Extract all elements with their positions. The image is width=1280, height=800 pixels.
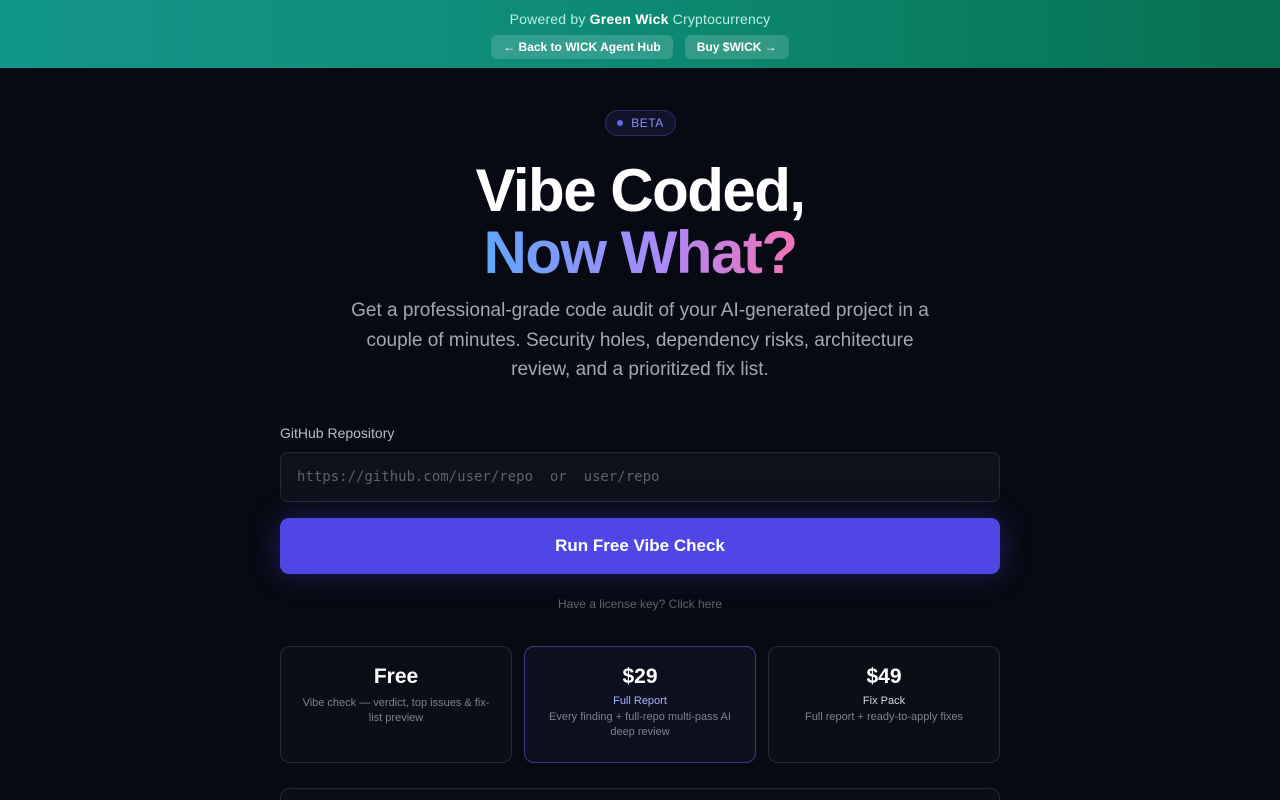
main-content: BETA Vibe Coded, Now What? Get a profess… [0,68,1280,800]
plan-card-free[interactable]: Free Vibe check — verdict, top issues & … [280,646,512,763]
repo-url-input[interactable] [280,452,1000,502]
buy-wick-link[interactable]: Buy $WICK → [684,35,789,59]
page-subtitle: Get a professional-grade code audit of y… [351,300,929,380]
next-section-card [280,788,1000,800]
plan-description: Vibe check — verdict, top issues & fix-l… [302,697,490,724]
plan-price: $29 [622,665,658,688]
banner-links: ← Back to WICK Agent Hub Buy $WICK → [491,35,789,59]
beta-badge-label: BETA [631,116,664,130]
plan-price: Free [373,665,419,688]
brand-name: Green Wick [589,11,669,27]
page-title: Vibe Coded, Now What? [0,160,1280,284]
repo-field-label: GitHub Repository [280,425,395,441]
back-to-hub-link[interactable]: ← Back to WICK Agent Hub [491,35,673,59]
plan-card-fix-pack[interactable]: $49 Fix Pack Full report + ready-to-appl… [768,646,1000,763]
plan-price: $49 [866,665,902,688]
promo-banner: Powered by Green Wick Cryptocurrency ← B… [0,0,1280,68]
title-line-2: Now What? [483,219,798,286]
license-key-link[interactable]: Have a license key? Click here [0,597,1280,611]
plan-card-full-report[interactable]: $29 Full Report Every finding + full-rep… [524,646,756,763]
run-vibe-check-button[interactable]: Run Free Vibe Check [280,518,1000,574]
powered-by-text: Powered by Green Wick Cryptocurrency [510,11,771,27]
plan-description: Full report + ready-to-apply fixes [804,711,964,723]
plan-description: Every finding + full-repo multi-pass AI … [549,711,731,738]
title-line-1: Vibe Coded, [475,157,806,224]
status-dot-icon [617,120,624,126]
plan-name: Full Report [613,695,667,707]
beta-badge: BETA [605,110,676,136]
powered-suffix: Cryptocurrency [672,11,771,27]
powered-prefix: Powered by [509,11,586,27]
plan-name: Fix Pack [862,695,906,707]
